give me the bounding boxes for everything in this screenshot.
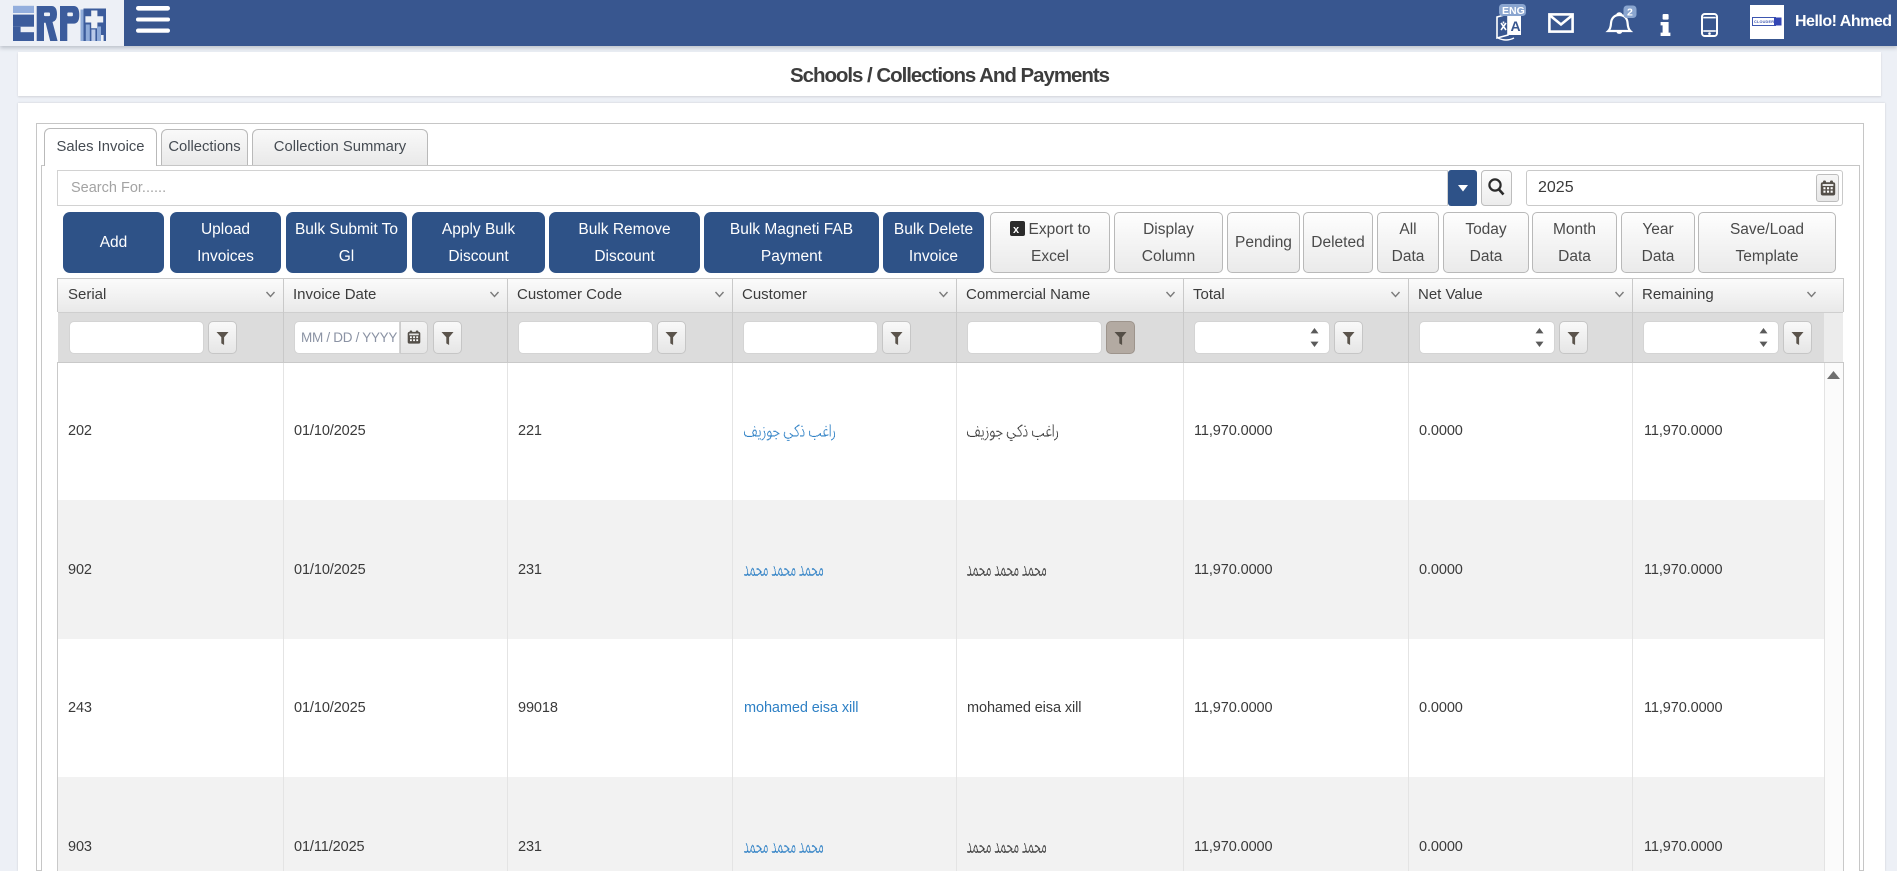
svg-text:A: A bbox=[1511, 18, 1521, 34]
svg-text:x: x bbox=[1013, 224, 1020, 236]
svg-text:ENG: ENG bbox=[1502, 5, 1525, 17]
svg-text:2: 2 bbox=[1627, 7, 1633, 19]
svg-text:CLOUDERP: CLOUDERP bbox=[1754, 20, 1777, 24]
